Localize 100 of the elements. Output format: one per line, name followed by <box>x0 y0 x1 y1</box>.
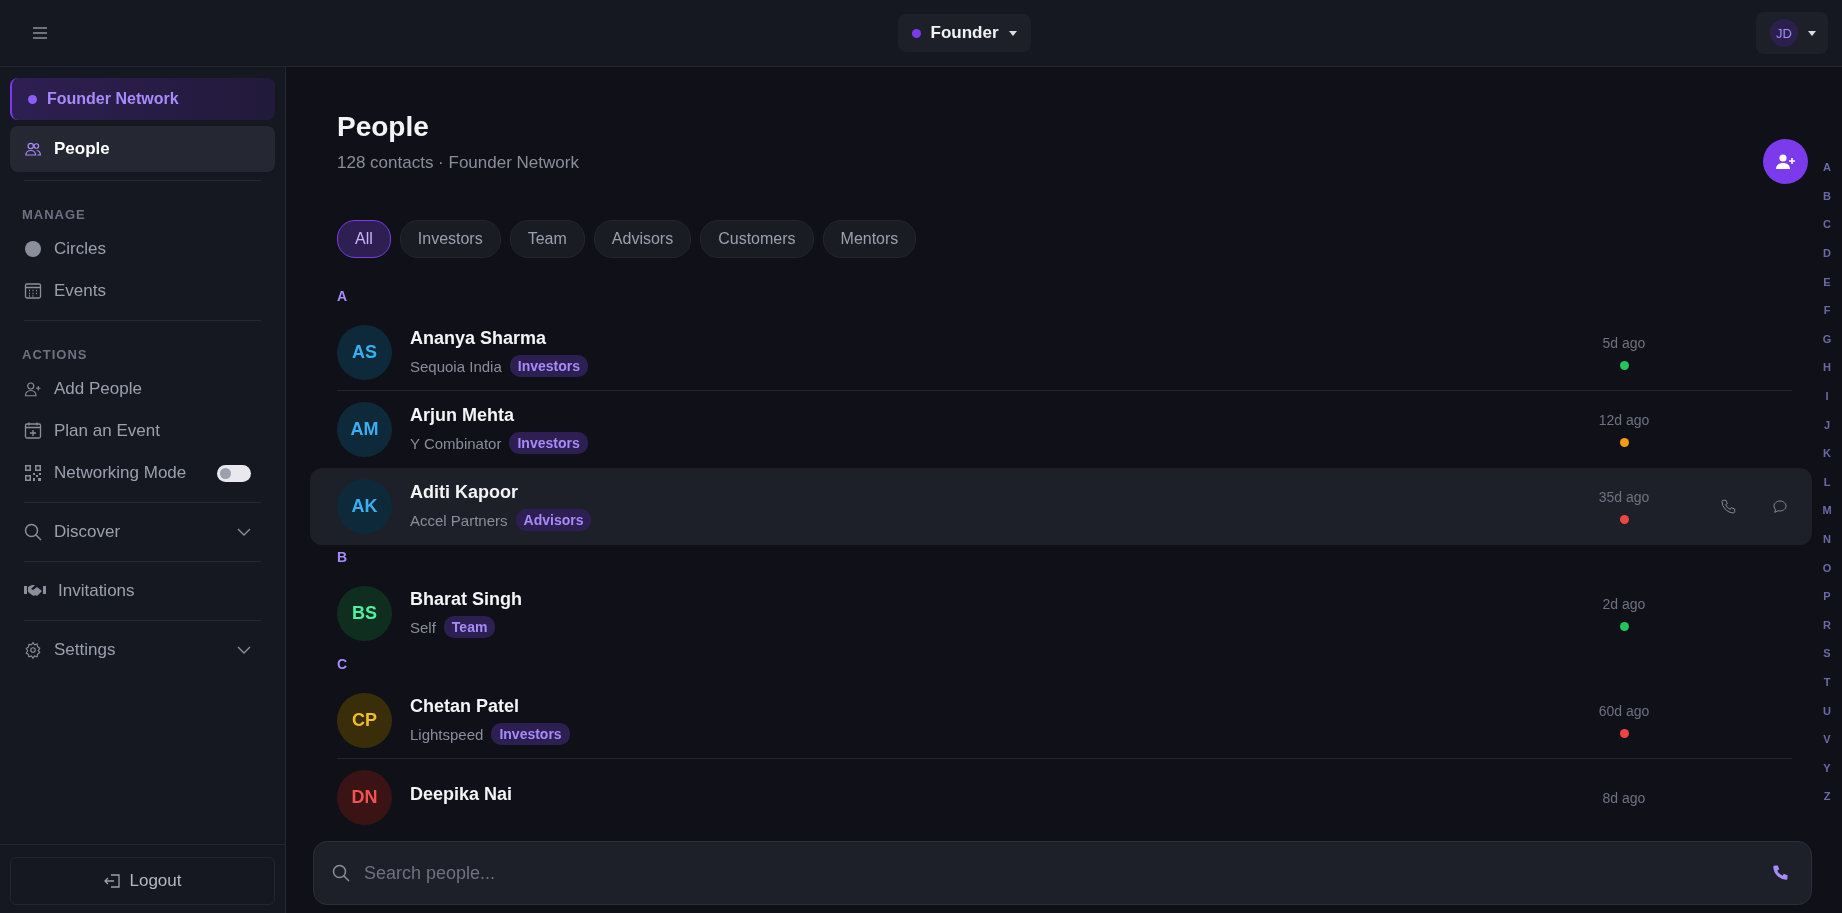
filter-chip[interactable]: Team <box>509 220 585 258</box>
last-contact-time: 5d ago <box>1602 335 1646 351</box>
workspace-switcher[interactable]: Founder <box>897 14 1031 52</box>
alphabet-index-letter[interactable]: O <box>1822 553 1832 582</box>
chat-bubble-icon <box>1772 498 1788 515</box>
alphabet-index-letter[interactable]: M <box>1822 496 1832 525</box>
contact-name: Arjun Mehta <box>410 405 515 426</box>
alphabet-index-letter[interactable]: F <box>1823 295 1831 325</box>
nav-item[interactable]: Plan an Event <box>10 410 275 452</box>
contact-row[interactable]: AK Aditi Kapoor Accel Partners Advisors 35d ago <box>310 468 1812 545</box>
search-icon <box>332 864 350 882</box>
people-icon <box>24 140 42 158</box>
contact-company: Self <box>410 618 436 636</box>
alphabet-index-letter[interactable]: H <box>1823 353 1831 382</box>
nav-item[interactable]: Invitations <box>10 570 275 612</box>
search-input[interactable]: Search people... <box>362 861 1755 885</box>
add-user-icon <box>24 380 42 398</box>
contact-name: Aditi Kapoor <box>410 482 519 503</box>
nav-item[interactable]: Add People <box>10 368 275 410</box>
user-menu[interactable]: JD <box>1756 12 1828 54</box>
filter-chip[interactable]: Mentors <box>822 220 917 258</box>
alphabet-index-letter[interactable]: B <box>1823 181 1831 211</box>
alphabet-index-letter[interactable]: L <box>1823 467 1831 497</box>
nav-item[interactable]: Networking Mode <box>10 452 275 494</box>
toggle-switch[interactable] <box>217 464 251 482</box>
alphabet-index-letter[interactable]: U <box>1823 696 1831 725</box>
section-letter: A <box>336 287 349 306</box>
caret-icon <box>1008 30 1017 36</box>
alphabet-index-letter[interactable]: T <box>1823 667 1831 697</box>
contact-avatar: CP <box>337 693 392 748</box>
section-letter: B <box>336 548 349 567</box>
qr-code-icon <box>24 464 42 482</box>
contact-tag: Investors <box>491 723 570 745</box>
alphabet-index-letter[interactable]: I <box>1825 381 1829 411</box>
alphabet-index-letter[interactable]: C <box>1823 210 1831 239</box>
page-title: People <box>337 111 430 143</box>
add-user-icon <box>1775 153 1796 170</box>
search-field[interactable]: Search people... <box>313 841 1812 905</box>
add-person-button[interactable] <box>1763 139 1808 184</box>
filter-chip[interactable]: All <box>337 220 391 258</box>
nav-item[interactable]: People <box>10 126 275 172</box>
contact-avatar: AK <box>337 479 392 534</box>
contact-company: Y Combinator <box>410 434 502 452</box>
calendar-plus-icon <box>24 422 42 440</box>
alphabet-index-letter[interactable]: K <box>1823 438 1831 468</box>
alphabet-index-letter[interactable]: A <box>1823 153 1831 182</box>
filter-chip[interactable]: Advisors <box>593 220 692 258</box>
nav-item[interactable]: Discover <box>10 511 275 553</box>
filter-chip[interactable]: Investors <box>399 220 501 258</box>
contact-avatar: DN <box>337 770 392 825</box>
workspace-label: Founder <box>930 23 999 43</box>
alphabet-index-letter[interactable]: D <box>1823 238 1831 268</box>
nav-item[interactable]: Circles <box>10 228 275 270</box>
contact-name: Deepika Nai <box>410 784 514 805</box>
alphabet-index-letter[interactable]: E <box>1823 267 1831 296</box>
contact-row[interactable]: BS Bharat Singh Self Team 2d ago <box>310 575 1812 652</box>
last-contact-time: 60d ago <box>1598 703 1650 719</box>
user-avatar: JD <box>1770 19 1798 47</box>
contact-name: Chetan Patel <box>410 696 521 717</box>
alphabet-index-letter[interactable]: S <box>1823 639 1831 668</box>
contact-avatar: AS <box>337 325 392 380</box>
logout-button[interactable]: Logout <box>10 857 275 905</box>
contact-row[interactable]: CP Chetan Patel Lightspeed Investors 60d ago <box>310 682 1812 759</box>
alphabet-index-letter[interactable]: J <box>1823 410 1831 439</box>
contact-company: Accel Partners <box>410 511 508 529</box>
contact-tag: Advisors <box>515 509 592 531</box>
alphabet-index-letter[interactable]: R <box>1823 610 1831 640</box>
logout-icon <box>103 874 120 888</box>
section-heading: ACTIONS <box>21 346 89 364</box>
contact-name: Ananya Sharma <box>410 328 548 349</box>
workspace-item[interactable]: Founder Network <box>10 78 275 120</box>
caret-icon <box>1808 30 1816 36</box>
last-contact-time: 12d ago <box>1598 412 1650 428</box>
contact-tag: Team <box>443 616 496 638</box>
contact-row[interactable]: AS Ananya Sharma Sequoia India Investors 5d ago <box>310 314 1812 391</box>
alphabet-index-letter[interactable]: Y <box>1823 753 1831 783</box>
contact-tag: Investors <box>509 355 588 377</box>
circle-icon <box>24 240 42 258</box>
nav-item[interactable]: Settings <box>10 629 275 671</box>
alphabet-index-letter[interactable]: P <box>1823 581 1831 611</box>
settings-icon <box>24 641 42 659</box>
alphabet-index-letter[interactable]: V <box>1823 724 1831 754</box>
alphabet-index-letter[interactable]: Z <box>1823 782 1831 811</box>
section-heading: MANAGE <box>21 206 87 224</box>
alphabet-index-letter[interactable]: G <box>1822 324 1832 354</box>
phone-icon <box>1720 498 1736 515</box>
contact-row[interactable]: DN Deepika Nai 8d ago <box>310 759 1812 835</box>
nav-item[interactable]: Events <box>10 270 275 312</box>
contact-avatar: BS <box>337 586 392 641</box>
contact-name: Bharat Singh <box>410 589 523 610</box>
calendar-icon <box>24 282 42 300</box>
filter-chip[interactable]: Customers <box>700 220 814 258</box>
page-subtitle: 128 contacts · Founder Network <box>337 153 579 173</box>
phone-icon <box>1771 864 1789 882</box>
section-letter: C <box>336 655 349 674</box>
search-icon <box>24 523 42 541</box>
contact-avatar: AM <box>337 402 392 457</box>
alphabet-index-letter[interactable]: N <box>1823 524 1831 554</box>
contact-row[interactable]: AM Arjun Mehta Y Combinator Investors 12d ago <box>310 391 1812 468</box>
contact-company: Lightspeed <box>410 725 484 743</box>
